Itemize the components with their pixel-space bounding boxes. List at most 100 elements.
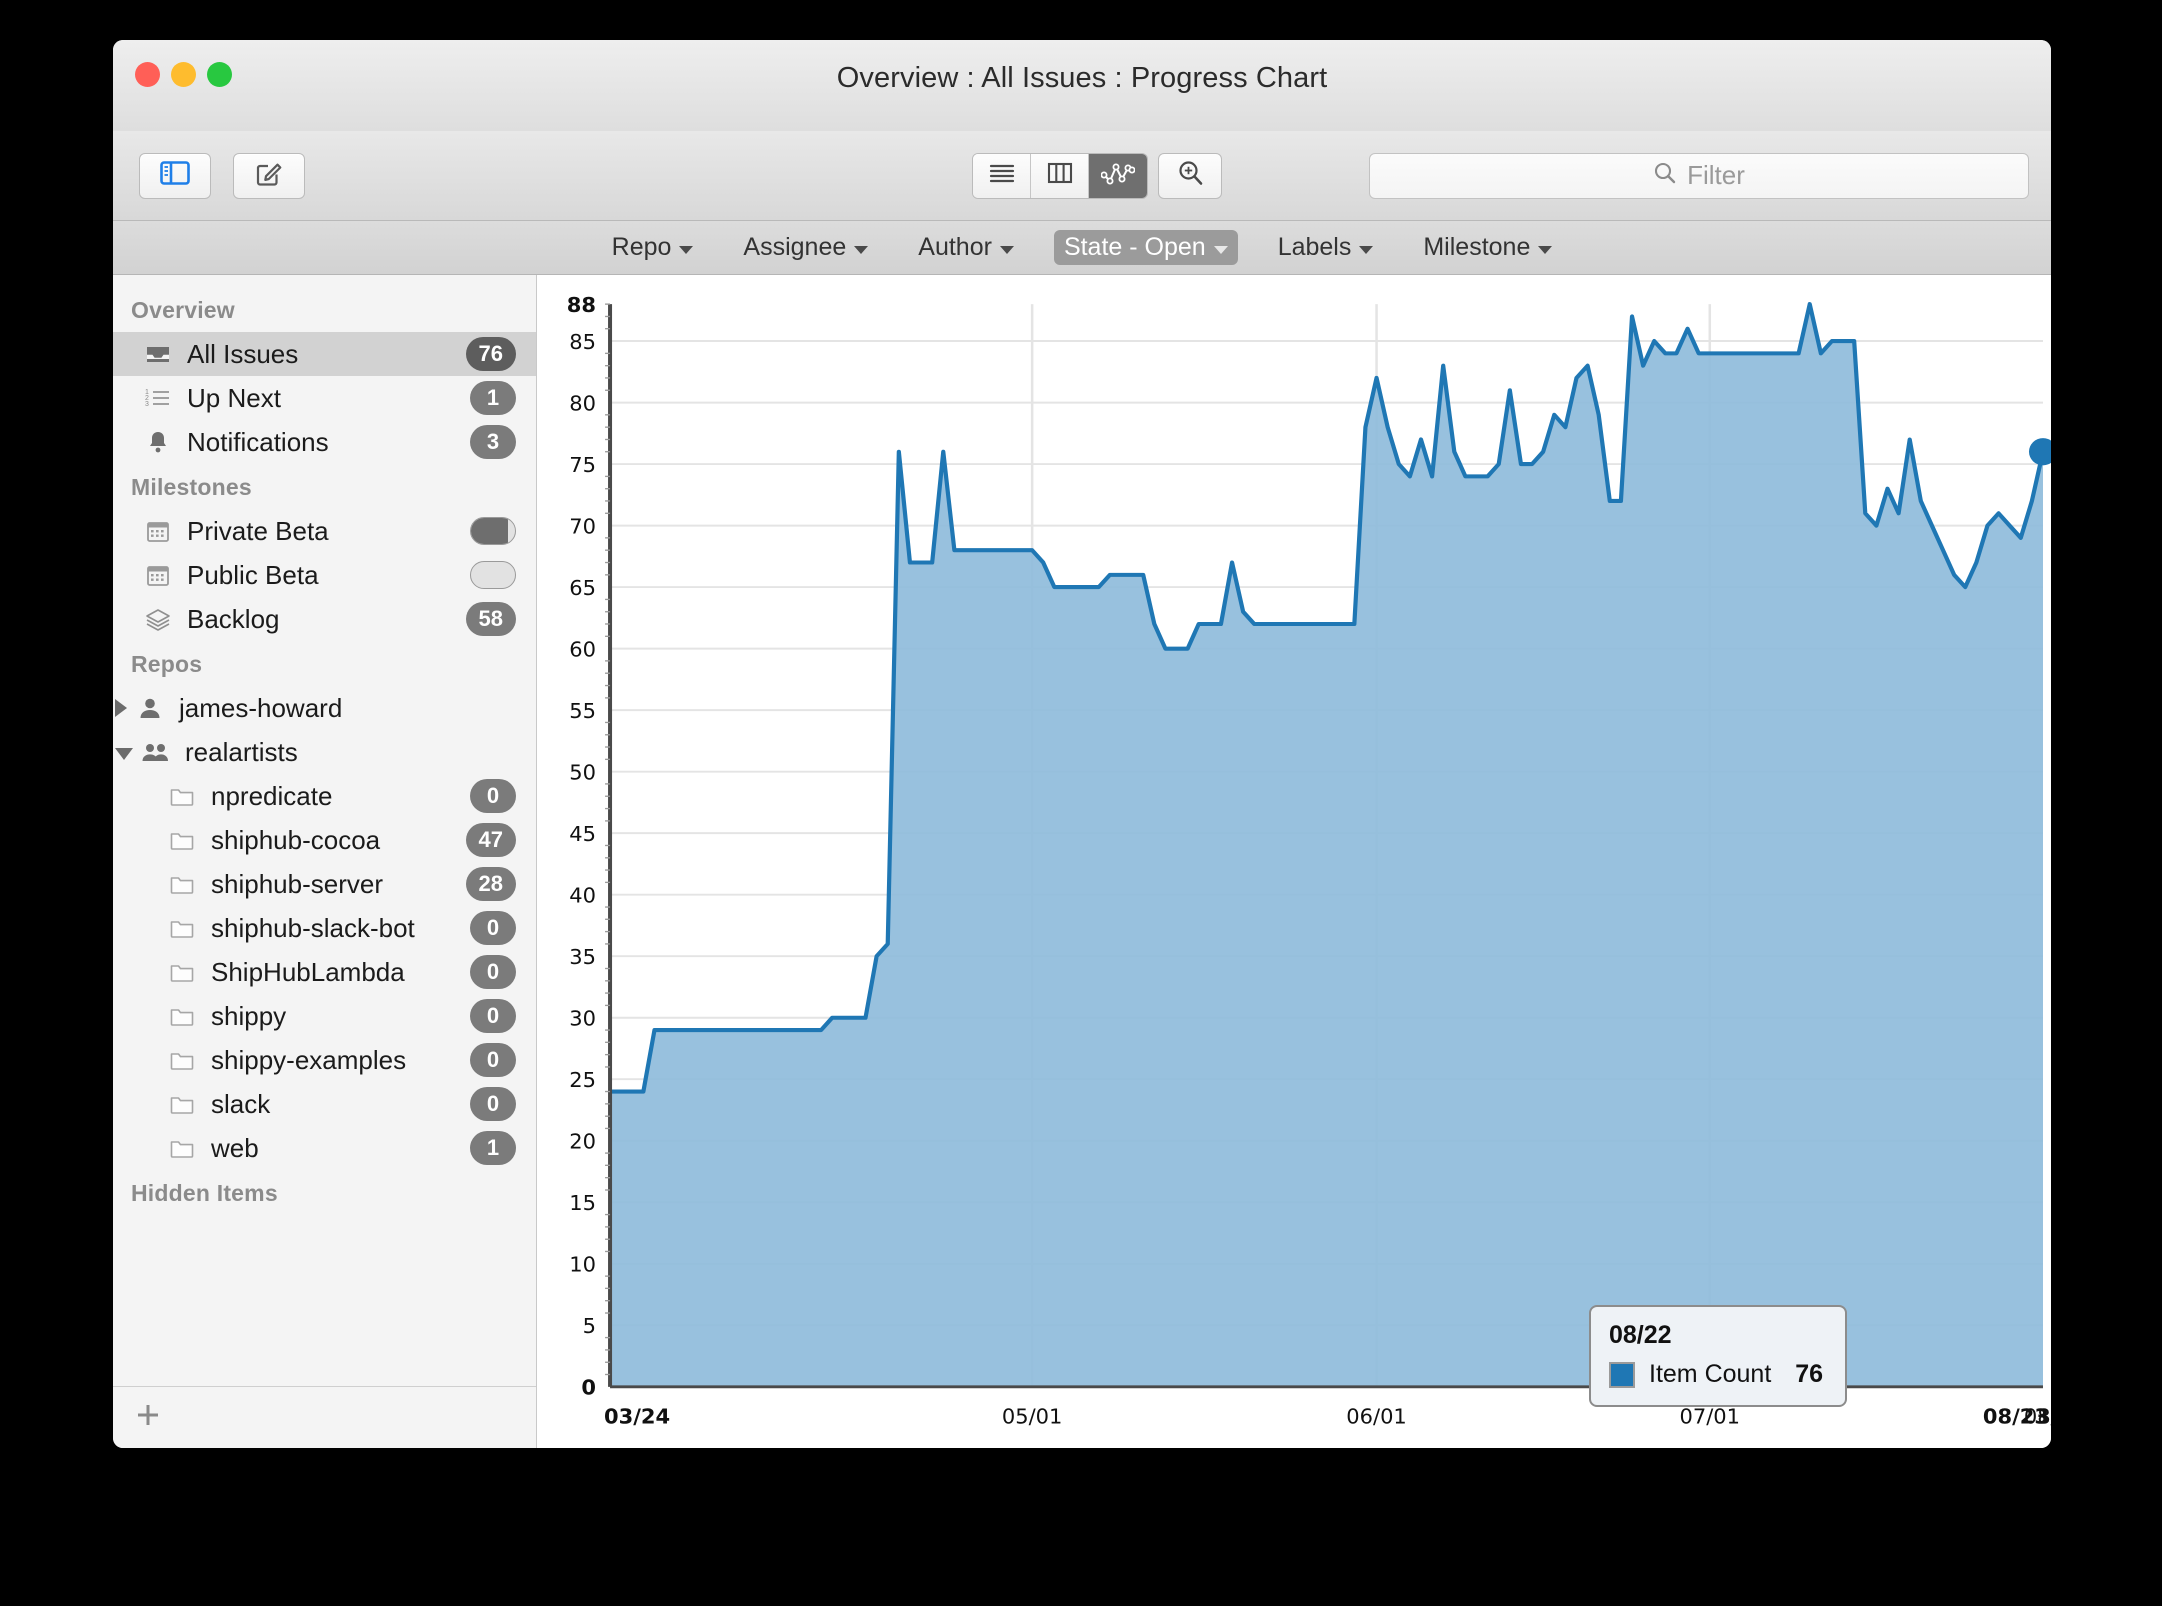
filter-labels[interactable]: Labels [1268,230,1384,265]
sidebar-item-shippy[interactable]: shippy 0 [113,994,536,1038]
sidebar-item-james-howard[interactable]: james-howard [113,686,536,730]
progress-chart[interactable]: 0 5 10 15 20 25 30 35 40 45 50 55 60 65 70 75 80 85 88 03/2… [537,275,2051,1448]
sidebar-item-badge: 0 [470,1043,516,1077]
sidebar-item-shiphub-cocoa[interactable]: shiphub-cocoa 47 [113,818,536,862]
sidebar-item-up-next[interactable]: 1 2 3 Up Next 1 [113,376,536,420]
sidebar-item-public-beta[interactable]: Public Beta [113,553,536,597]
calendar-icon [141,562,175,588]
svg-text:85: 85 [569,330,596,354]
sidebar-item-shiphub-server[interactable]: shiphub-server 28 [113,862,536,906]
sidebar-item-badge: 0 [470,999,516,1033]
filter-milestone[interactable]: Milestone [1413,230,1562,265]
svg-text:35: 35 [569,945,596,969]
compose-button[interactable] [233,152,305,199]
sidebar-item-shiphublambda[interactable]: ShipHubLambda 0 [113,950,536,994]
title-bar: Overview : All Issues : Progress Chart [113,40,2051,132]
svg-text:3: 3 [145,401,149,408]
disclosure-triangle-closed-icon[interactable] [115,699,127,717]
sidebar-item-all-issues[interactable]: All Issues 76 [113,332,536,376]
chart-pane[interactable]: 0 5 10 15 20 25 30 35 40 45 50 55 60 65 70 75 80 85 88 03/2… [537,275,2051,1448]
chevron-down-icon [999,245,1014,254]
calendar-icon [141,518,175,544]
sidebar-item-label: shiphub-cocoa [211,824,381,855]
folder-icon [165,1091,199,1117]
folder-icon [165,1135,199,1161]
sidebar-item-badge: 3 [470,425,516,459]
sidebar-item-npredicate[interactable]: npredicate 0 [113,774,536,818]
sidebar-list: Overview All Issues 76 1 2 3 Up Next 1 Noti… [113,275,536,1386]
disclosure-triangle-open-icon[interactable] [115,748,133,760]
filter-state[interactable]: State - Open [1053,230,1238,265]
tooltip-series-value: 76 [1795,1360,1824,1388]
sidebar-item-label: james-howard [179,692,343,723]
sidebar-section-header: Repos [131,651,203,677]
window-title: Overview : All Issues : Progress Chart [836,62,1328,94]
sidebar-toggle-button[interactable] [139,152,211,199]
sidebar-item-label: shiphub-server [211,868,383,899]
sidebar-item-badge: 47 [465,823,516,857]
search-input[interactable]: Filter [1369,152,2029,199]
sidebar-item-slack[interactable]: slack 0 [113,1082,536,1126]
filter-author[interactable]: Author [908,230,1024,265]
svg-text:10: 10 [569,1253,596,1277]
line-chart-icon [1100,161,1136,190]
sidebar-item-shiphub-slack-bot[interactable]: shiphub-slack-bot 0 [113,906,536,950]
sidebar-item-web[interactable]: web 1 [113,1126,536,1170]
chevron-down-icon [854,245,869,254]
svg-text:60: 60 [569,638,596,662]
chevron-down-icon [1538,245,1553,254]
tab-chart-view[interactable] [1089,153,1147,198]
filter-state-label: State - Open [1063,233,1206,261]
tab-column-view[interactable] [1031,153,1089,198]
filter-bar: Repo Assignee Author State - Open Labels… [113,221,2051,275]
view-mode-segmented-control[interactable] [972,152,1148,199]
list-icon [988,162,1016,189]
sidebar-item-label: shippy [211,1000,287,1031]
sidebar-item-badge: 76 [465,337,516,371]
toolbar: Filter [113,131,2051,221]
filter-milestone-label: Milestone [1423,233,1531,261]
chevron-down-icon [679,245,694,254]
filter-assignee-label: Assignee [743,233,847,261]
sidebar-item-private-beta[interactable]: Private Beta [113,509,536,553]
svg-text:15: 15 [569,1191,596,1215]
filter-assignee[interactable]: Assignee [733,230,878,265]
compose-icon [255,159,283,192]
sidebar-item-label: Notifications [187,426,329,457]
svg-text:30: 30 [569,1007,596,1031]
sidebar-item-label: realartists [185,736,298,767]
folder-icon [165,1003,199,1029]
tooltip-date: 08/22 [1609,1321,1672,1349]
sidebar-item-badge: 58 [465,602,516,636]
magnifier-plus-icon [1176,159,1204,192]
folder-icon [165,871,199,897]
svg-text:08/23: 08/23 [1983,1405,2049,1429]
sidebar-item-badge: 1 [470,1131,516,1165]
tooltip-color-swatch [1609,1361,1635,1388]
filter-repo-label: Repo [611,233,672,261]
search-placeholder: Filter [1687,160,1745,190]
app-window: Overview : All Issues : Progress Chart F… [113,40,2051,1448]
chart-tooltip: 08/22 Item Count 76 [1589,1305,1848,1407]
tab-list-view[interactable] [973,153,1031,198]
sidebar-section-header: Hidden Items [131,1180,278,1206]
sidebar-item-shippy-examples[interactable]: shippy-examples 0 [113,1038,536,1082]
chevron-down-icon [1359,245,1374,254]
sidebar-item-label: Up Next [187,382,281,413]
svg-text:06/01: 06/01 [1346,1405,1407,1429]
sidebar-item-realartists[interactable]: realartists [113,730,536,774]
zoom-chart-button[interactable] [1158,152,1222,199]
bell-icon [141,429,175,455]
plus-icon[interactable] [133,1400,163,1435]
folder-icon [165,1047,199,1073]
sidebar: Overview All Issues 76 1 2 3 Up Next 1 Noti… [113,275,537,1448]
filter-repo[interactable]: Repo [602,230,704,265]
columns-icon [1047,162,1073,189]
svg-text:0: 0 [581,1376,596,1400]
sidebar-item-label: shippy-examples [211,1044,407,1075]
sidebar-section-header: Milestones [131,474,252,500]
sidebar-item-notifications[interactable]: Notifications 3 [113,420,536,464]
sidebar-item-backlog[interactable]: Backlog 58 [113,597,536,641]
people-icon [139,739,173,765]
svg-text:50: 50 [569,761,596,785]
